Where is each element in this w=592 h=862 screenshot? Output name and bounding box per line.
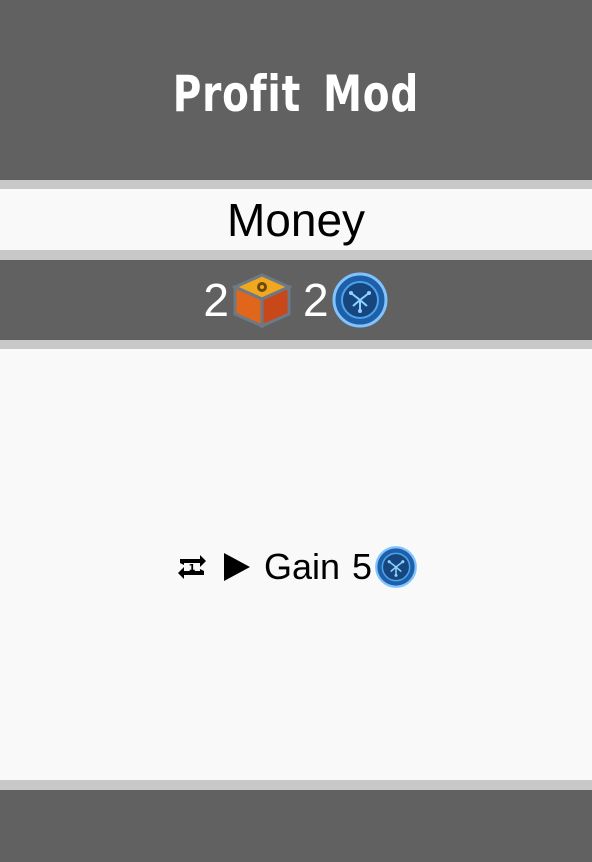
effect-text: Gain bbox=[263, 546, 340, 587]
cost-item-crate: 2 bbox=[203, 271, 293, 329]
repeat-once-icon: 1 bbox=[174, 549, 210, 585]
card-cost-bar: 2 2 bbox=[0, 260, 592, 340]
svg-text:1: 1 bbox=[188, 563, 195, 574]
credit-coin-icon bbox=[374, 545, 418, 589]
card-header: Profit Mod bbox=[0, 0, 592, 180]
cost-amount: 2 bbox=[203, 274, 229, 326]
effect-amount-group: 5 bbox=[352, 545, 418, 589]
card-footer bbox=[0, 790, 592, 862]
effect-amount: 5 bbox=[352, 546, 373, 587]
crate-icon bbox=[231, 271, 293, 329]
cost-item-credit: 2 bbox=[303, 271, 389, 329]
cost-amount: 2 bbox=[303, 274, 329, 326]
card-type-label: Money bbox=[226, 193, 366, 246]
card-type-bar: Money bbox=[0, 189, 592, 250]
play-arrow-icon bbox=[222, 551, 252, 583]
effect-line: 1 Gain 5 bbox=[174, 545, 418, 589]
card-effect-panel: 1 Gain 5 bbox=[0, 349, 592, 780]
card-title: Profit Mod bbox=[172, 65, 420, 123]
credit-coin-icon bbox=[331, 271, 389, 329]
